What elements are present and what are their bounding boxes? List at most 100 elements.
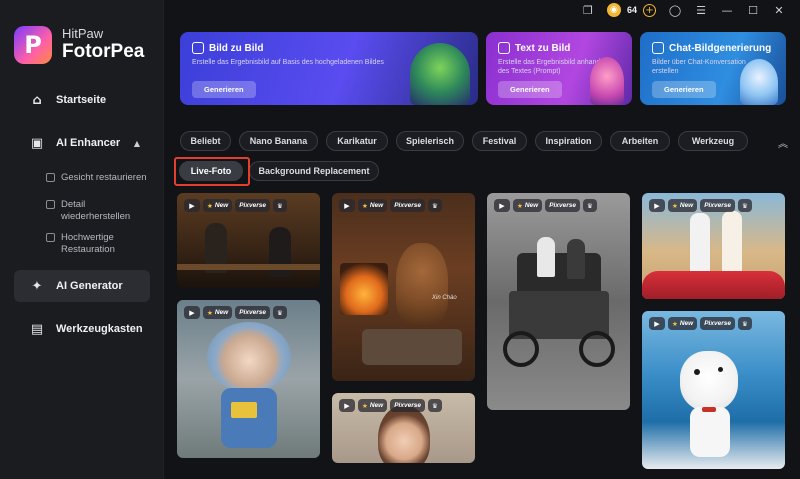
close-icon[interactable]: ✕ [772,4,786,17]
sidebar-subitem-label: Detail wiederherstellen [61,199,131,222]
chevron-up-icon[interactable]: ▲ [134,139,140,148]
pixverse-badge: Pixverse [235,199,270,212]
pixverse-badge: Pixverse [390,399,425,412]
category-arbeiten[interactable]: Arbeiten [610,131,670,151]
category-karikatur[interactable]: Karikatur [326,131,388,151]
new-badge: ★ New [203,306,233,319]
crown-icon: ♛ [272,199,287,212]
card-title: Text zu Bild [515,42,571,54]
gallery-item-capybara-fireplace[interactable]: Xin Chào ▶ ★ New Pixverse ♛ [332,193,475,381]
sidebar-item-ai-enhancer[interactable]: ▣ AI Enhancer ▲ [14,127,150,159]
tile-badges: ▶ ★ New Pixverse ♛ [184,199,287,212]
new-badge: ★ New [203,199,233,212]
card-description: Bilder über Chat-Konversation erstellen [652,59,746,75]
selection-highlight [174,157,250,186]
feature-card-text-zu-bild[interactable]: Text zu Bild Erstelle das Ergebnisbild a… [486,32,632,105]
category-beliebt[interactable]: Beliebt [180,131,231,151]
sidebar-item-label: AI Enhancer [56,137,121,149]
feature-card-bild-zu-bild[interactable]: Bild zu Bild Erstelle das Ergebnisbild a… [180,32,478,105]
card-illustration [590,57,624,105]
gallery-item-clay-toy[interactable]: ▶ ★ New Pixverse ♛ [177,300,320,458]
pixverse-badge: Pixverse [545,199,580,212]
toolbox-icon: ▤ [30,321,44,337]
app-window: P HitPaw FotorPea ⌂ Startseite ▣ AI Enha… [0,0,800,479]
detail-restore-icon [46,200,55,209]
crown-icon: ♛ [582,199,597,212]
gallery-item-bar-scene[interactable]: ▶ ★ New Pixverse ♛ [177,193,320,288]
card-title: Bild zu Bild [209,42,264,54]
new-badge: ★ New [513,199,543,212]
tile-badges: ▶ ★ New Pixverse ♛ [649,317,752,330]
gallery-item-vintage-car[interactable]: ▶ ★ New Pixverse ♛ [487,193,630,410]
chat-icon [652,42,664,54]
gallery-item-portrait-woman[interactable]: ▶ ★ New Pixverse ♛ [332,393,475,463]
tile-badges: ▶ ★ New Pixverse ♛ [184,306,287,319]
sidebar-item-startseite[interactable]: ⌂ Startseite [14,84,150,116]
crown-icon: ♛ [272,306,287,319]
screenshot-icon[interactable]: ❐ [581,4,595,17]
coin-icon[interactable]: ◉ [606,3,621,17]
title-bar: ❐ ◉ 64 + ◯ ☰ — ☐ ✕ [164,0,800,20]
generate-button[interactable]: Generieren [192,81,256,98]
gallery-item-couple-car[interactable]: ▶ ★ New Pixverse ♛ [642,193,785,299]
play-icon: ▶ [339,199,355,212]
account-icon[interactable]: ◯ [668,4,682,17]
category-background-replacement[interactable]: Background Replacement [249,161,379,181]
gallery-item-dalmatian-boat[interactable]: ▶ ★ New Pixverse ♛ [642,311,785,469]
play-icon: ▶ [184,199,200,212]
generate-button[interactable]: Generieren [498,81,562,98]
sidebar-subitem-hochwertige[interactable]: Hochwertige Restauration [46,232,156,256]
brand-name-bottom: FotorPea [62,41,145,62]
generate-button[interactable]: Generieren [652,81,716,98]
new-badge: ★ New [358,399,388,412]
card-description: Erstelle das Ergebnisbild auf Basis des … [192,59,384,66]
card-illustration [740,59,778,105]
pixverse-badge: Pixverse [235,306,270,319]
new-badge: ★ New [668,317,698,330]
tile-badges: ▶ ★ New Pixverse ♛ [494,199,597,212]
maximize-icon[interactable]: ☐ [746,4,760,17]
image-caption: Xin Chào [432,295,457,301]
menu-icon[interactable]: ☰ [694,4,708,17]
play-icon: ▶ [494,199,510,212]
new-badge: ★ New [668,199,698,212]
face-restore-icon [46,173,55,182]
sidebar-subitem-detail[interactable]: Detail wiederherstellen [46,199,156,223]
crown-icon: ♛ [427,399,442,412]
sidebar: P HitPaw FotorPea ⌂ Startseite ▣ AI Enha… [0,0,164,479]
logo-mark-icon: P [14,26,52,64]
quality-restore-icon [46,233,55,242]
crown-icon: ♛ [737,199,752,212]
brand-name-top: HitPaw [62,26,104,41]
category-festival[interactable]: Festival [472,131,527,151]
play-icon: ▶ [649,317,665,330]
feature-card-chat-bild[interactable]: Chat-Bildgenerierung Bilder über Chat-Ko… [640,32,786,105]
sidebar-item-werkzeugkasten[interactable]: ▤ Werkzeugkasten [14,313,150,345]
sidebar-subitem-gesicht[interactable]: Gesicht restaurieren [46,172,156,184]
brand-logo: P HitPaw FotorPea [14,26,144,64]
category-spielerisch[interactable]: Spielerisch [396,131,464,151]
sidebar-subitem-label: Hochwertige Restauration [61,232,115,255]
card-illustration [410,43,470,105]
sidebar-item-label: AI Generator [56,280,123,292]
collapse-categories-icon[interactable]: ︽ [778,135,788,150]
tile-badges: ▶ ★ New Pixverse ♛ [339,199,442,212]
crown-icon: ♛ [427,199,442,212]
sidebar-subitem-label: Gesicht restaurieren [61,172,147,183]
tile-badges: ▶ ★ New Pixverse ♛ [649,199,752,212]
category-werkzeug[interactable]: Werkzeug [678,131,748,151]
minimize-icon[interactable]: — [720,4,734,17]
sidebar-item-ai-generator[interactable]: ✦ AI Generator [14,270,150,302]
pixverse-badge: Pixverse [700,317,735,330]
crown-icon: ♛ [737,317,752,330]
sidebar-item-label: Startseite [56,94,107,106]
play-icon: ▶ [339,399,355,412]
category-nano-banana[interactable]: Nano Banana [239,131,318,151]
add-coins-icon[interactable]: + [643,3,656,17]
card-title: Chat-Bildgenerierung [669,42,772,54]
enhancer-icon: ▣ [30,135,44,151]
play-icon: ▶ [649,199,665,212]
image-icon [192,42,204,54]
generator-icon: ✦ [31,278,43,294]
category-inspiration[interactable]: Inspiration [535,131,602,151]
